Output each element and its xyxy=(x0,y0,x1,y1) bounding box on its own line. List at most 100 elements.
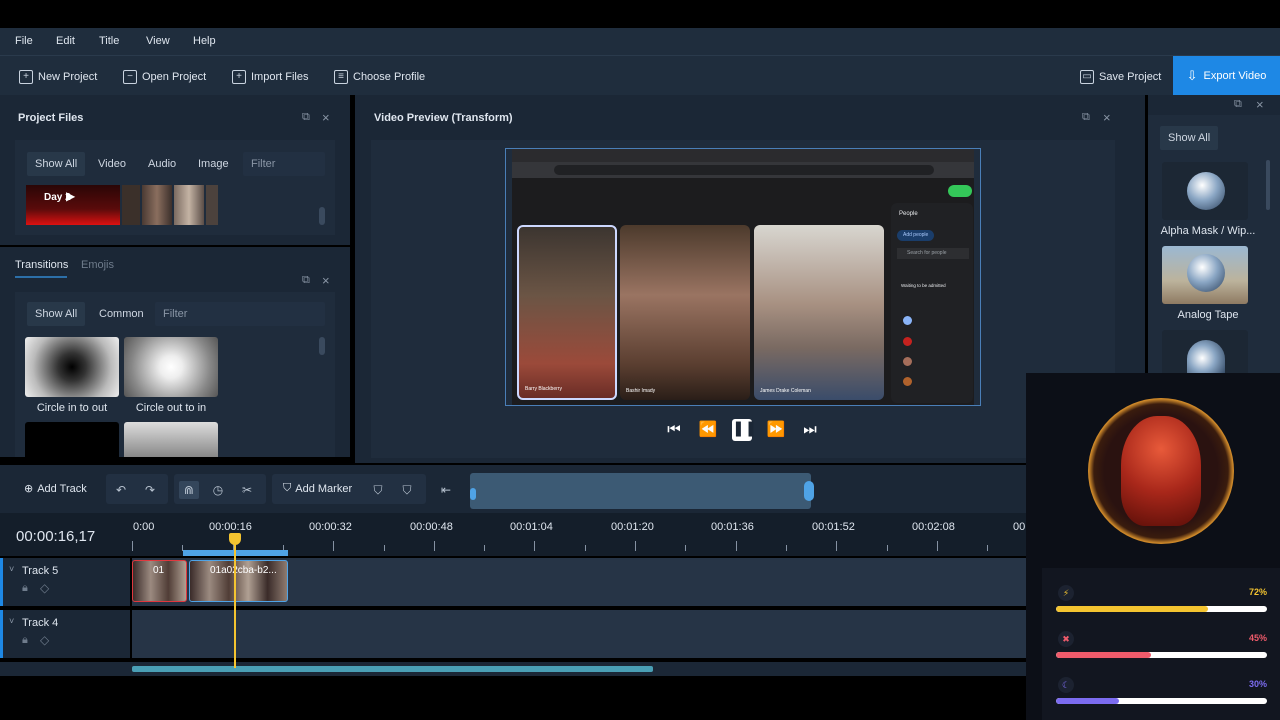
ruler-tick xyxy=(584,545,586,551)
effects-panel: ⧉ × Show All Alpha Mask / Wip... Analog … xyxy=(1148,95,1280,373)
float-icon[interactable]: ⧉ xyxy=(1082,111,1090,124)
pause-button[interactable]: ❚❚ xyxy=(732,419,757,441)
track-header: ˅ Track 4 🔒︎ ◇ xyxy=(0,610,130,658)
tab-emojis[interactable]: Emojis xyxy=(81,259,114,271)
chevron-down-icon[interactable]: ˅ xyxy=(9,564,14,574)
playhead[interactable] xyxy=(234,540,236,668)
track-color-bar xyxy=(0,610,3,658)
float-icon[interactable]: ⧉ xyxy=(302,274,310,287)
tab-show-all[interactable]: Show All xyxy=(1160,126,1219,150)
rewind-icon[interactable]: ⏪ xyxy=(698,420,718,440)
timeline-clip[interactable]: 01a02cba-b2... xyxy=(189,560,288,602)
transitions-filter[interactable]: Filter xyxy=(155,302,325,326)
tab-show-all[interactable]: Show All xyxy=(27,152,86,176)
transition-circle-in-to-out[interactable] xyxy=(25,337,119,397)
playhead-handle[interactable] xyxy=(229,533,241,545)
track-lane[interactable] xyxy=(132,610,1026,658)
swords-icon: ✖ xyxy=(1058,631,1074,647)
add-marker-button[interactable]: ⛉ Add Marker xyxy=(283,482,352,495)
new-project-button[interactable]: + New Project xyxy=(19,67,97,87)
menu-file[interactable]: File xyxy=(15,35,33,47)
tab-transitions[interactable]: Transitions xyxy=(15,259,68,271)
participant-tile: Barry Blackberry xyxy=(517,225,617,400)
close-icon[interactable]: × xyxy=(1256,97,1264,112)
menu-help[interactable]: Help xyxy=(193,35,216,47)
transition-thumbnail[interactable] xyxy=(124,422,218,457)
ruler-tick-label: 00:02:08 xyxy=(912,521,955,533)
close-icon[interactable]: × xyxy=(322,273,330,288)
effect-analog-tape-thumbnail[interactable] xyxy=(1162,246,1248,304)
keyframe-icon[interactable]: ◇ xyxy=(40,633,49,647)
media-thumbnail[interactable] xyxy=(142,185,172,225)
mascot-emblem xyxy=(1121,416,1201,526)
slider-handle-right[interactable] xyxy=(804,481,814,501)
zoom-slider[interactable] xyxy=(470,473,814,509)
export-video-button[interactable]: ⇩ Export Video xyxy=(1173,56,1280,95)
next-marker-icon[interactable]: ⛉ xyxy=(397,481,417,499)
add-marker-label: Add Marker xyxy=(295,482,353,495)
undo-icon[interactable]: ↶ xyxy=(111,481,131,499)
slider-handle-left[interactable] xyxy=(470,488,476,500)
video-frame[interactable]: Barry Blackberry Bashir Imady James Drak… xyxy=(512,148,974,405)
project-files-filter[interactable]: Filter xyxy=(243,152,325,176)
close-icon[interactable]: × xyxy=(322,110,330,125)
choose-profile-button[interactable]: ≡ Choose Profile xyxy=(334,67,425,87)
tab-common[interactable]: Common xyxy=(91,302,152,326)
menu-view[interactable]: View xyxy=(146,35,170,47)
snap-icon[interactable]: ⋒ xyxy=(179,481,199,499)
download-icon: ⇩ xyxy=(1186,67,1198,83)
track-name: Track 5 xyxy=(22,565,59,577)
stat-bar-fill xyxy=(1056,652,1151,658)
skip-to-end-icon[interactable]: ⏭ xyxy=(800,420,820,440)
close-icon[interactable]: × xyxy=(1103,110,1111,125)
menu-title[interactable]: Title xyxy=(99,35,119,47)
timeline-ruler[interactable]: 00:00:16,17 0:00 00:00:16 00:00:32 00:00:48… xyxy=(0,513,1026,556)
center-timeline-icon[interactable]: ⇤ xyxy=(436,481,456,499)
timecode-display: 00:00:16,17 xyxy=(16,528,96,545)
import-files-button[interactable]: + Import Files xyxy=(232,67,308,87)
menu-edit[interactable]: Edit xyxy=(56,35,75,47)
clock-icon[interactable]: ◷ xyxy=(208,481,228,499)
scrollbar[interactable] xyxy=(319,207,325,225)
media-thumbnail[interactable]: Day 2 ▶ xyxy=(26,185,120,225)
media-thumbnail[interactable] xyxy=(122,185,140,225)
ruler-tick xyxy=(785,545,787,551)
waiting-header: Waiting to be admitted xyxy=(901,283,946,288)
plus-icon: + xyxy=(19,70,33,84)
chevron-down-icon[interactable]: ˅ xyxy=(9,616,14,626)
avatar xyxy=(903,377,912,386)
fast-forward-icon[interactable]: ⏩ xyxy=(766,420,786,440)
razor-icon[interactable]: ✂ xyxy=(237,481,257,499)
scrollbar[interactable] xyxy=(319,337,325,355)
horizontal-scrollbar[interactable] xyxy=(132,666,653,672)
ruler-tick-label: 00:01:52 xyxy=(812,521,855,533)
tab-audio[interactable]: Audio xyxy=(140,152,184,176)
media-thumbnail[interactable] xyxy=(206,185,218,225)
media-thumbnail[interactable] xyxy=(174,185,204,225)
effect-alpha-mask-thumbnail[interactable] xyxy=(1162,162,1248,220)
scrollbar[interactable] xyxy=(1266,160,1270,210)
participant-name: James Drake Coleman xyxy=(760,388,811,394)
float-icon[interactable]: ⧉ xyxy=(302,111,310,124)
tab-video[interactable]: Video xyxy=(90,152,134,176)
ruler-tick xyxy=(987,545,989,551)
redo-icon[interactable]: ↷ xyxy=(140,481,160,499)
keyframe-icon[interactable]: ◇ xyxy=(40,581,49,595)
tab-image[interactable]: Image xyxy=(190,152,237,176)
open-project-button[interactable]: − Open Project xyxy=(123,67,206,87)
lock-icon[interactable]: 🔒︎ xyxy=(22,582,28,595)
track-lane[interactable]: 01 01a02cba-b2... xyxy=(132,558,1026,606)
float-icon[interactable]: ⧉ xyxy=(1234,98,1242,111)
timeline-clip[interactable]: 01 xyxy=(132,560,187,602)
transition-circle-out-to-in[interactable] xyxy=(124,337,218,397)
effect-thumbnail[interactable] xyxy=(1162,330,1248,373)
add-track-button[interactable]: ⊕ Add Track xyxy=(24,482,87,496)
prev-marker-icon[interactable]: ⛉ xyxy=(368,481,388,499)
save-project-label: Save Project xyxy=(1099,71,1162,83)
lock-icon[interactable]: 🔒︎ xyxy=(22,634,28,647)
transition-thumbnail[interactable] xyxy=(25,422,119,457)
skip-to-start-icon[interactable]: ⏮ xyxy=(664,420,684,440)
tab-show-all[interactable]: Show All xyxy=(27,302,86,326)
save-project-button[interactable]: ▭ Save Project xyxy=(1080,67,1161,87)
stat-percent: 45% xyxy=(1248,633,1267,643)
